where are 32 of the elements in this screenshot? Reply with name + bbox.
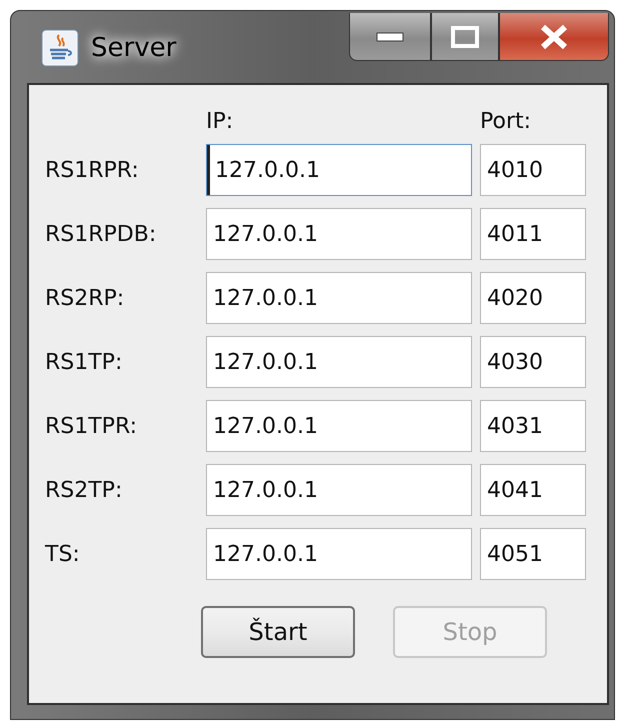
maximize-icon [451,26,479,48]
start-button[interactable]: Štart [201,606,355,658]
ip-field[interactable]: 127.0.0.1 [206,272,472,324]
server-label: TS: [45,542,81,566]
port-field[interactable]: 4031 [480,400,586,452]
port-field[interactable]: 4010 [480,144,586,196]
port-field[interactable]: 4030 [480,336,586,388]
server-label: RS2RP: [45,286,126,310]
ip-field[interactable]: 127.0.0.1 [206,528,472,580]
server-label: RS1TPR: [45,414,138,438]
ip-header: IP: [206,109,234,134]
port-field[interactable]: 4041 [480,464,586,516]
port-field[interactable]: 4011 [480,208,586,260]
server-label: RS1RPDB: [45,222,158,246]
server-label: RS1TP: [45,350,124,374]
ip-field[interactable]: 127.0.0.1 [206,336,472,388]
minimize-button[interactable] [349,13,431,61]
ip-field[interactable]: 127.0.0.1 [206,208,472,260]
ip-field[interactable]: 127.0.0.1 [206,464,472,516]
server-label: RS2TP: [45,478,124,502]
close-button[interactable] [499,13,609,61]
minimize-icon [376,32,404,42]
close-icon [539,24,569,50]
port-field[interactable]: 4051 [480,528,586,580]
coffee-cup-icon [41,29,79,67]
server-label: RS1RPR: [45,158,140,182]
port-header: Port: [480,109,532,134]
ip-field[interactable]: 127.0.0.1 [206,144,472,196]
port-field[interactable]: 4020 [480,272,586,324]
window-title: Server [91,33,176,63]
ip-field[interactable]: 127.0.0.1 [206,400,472,452]
maximize-button[interactable] [431,13,499,61]
